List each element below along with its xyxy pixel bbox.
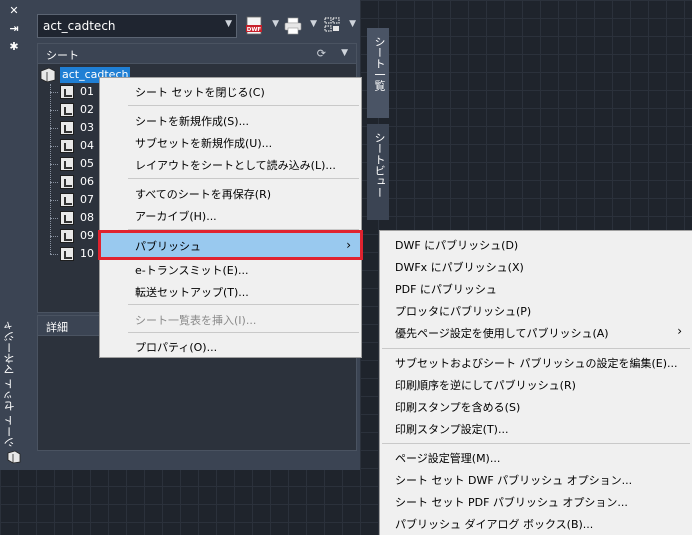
menu-separator (382, 348, 690, 349)
context-menu: シート セットを閉じる(C) シートを新規作成(S)... サブセットを新規作成… (98, 77, 363, 358)
submenu-publish-dialog[interactable]: パブリッシュ ダイアログ ボックス(B)... (380, 512, 692, 534)
chevron-down-icon: ▼ (272, 19, 279, 29)
publish-submenu: DWF にパブリッシュ(D) DWFx にパブリッシュ(X) PDF にパブリッ… (379, 230, 692, 535)
tab-sheet-view[interactable]: シートビュー (367, 124, 389, 220)
chevron-down-icon: ▼ (310, 19, 317, 29)
submenu-publish-pdf[interactable]: PDF にパブリッシュ (380, 277, 692, 299)
chevron-down-icon[interactable]: ▼ (341, 48, 348, 58)
chevron-right-icon: › (677, 324, 682, 338)
tab-sheet-list-label: シート一覧 (373, 36, 386, 91)
submenu-plot-stamp-settings[interactable]: 印刷スタンプ設定(T)... (380, 417, 692, 439)
sheet-number: 10 (80, 247, 94, 260)
sheet-icon (60, 85, 74, 99)
svg-text:DWF: DWF (247, 27, 262, 33)
submenu-dwf-publish-options[interactable]: シート セット DWF パブリッシュ オプション... (380, 468, 692, 490)
sheet-number: 02 (80, 103, 94, 116)
sheet-number: 05 (80, 157, 94, 170)
menu-resave-all[interactable]: すべてのシートを再保存(R) (100, 182, 361, 204)
menu-properties[interactable]: プロパティ(O)... (100, 335, 361, 357)
menu-separator (128, 332, 359, 333)
menu-etransmit[interactable]: e-トランスミット(E)... (100, 258, 361, 280)
sheet-icon (60, 211, 74, 225)
dwf-publish-button[interactable]: DWF ▼ (245, 15, 279, 37)
chevron-right-icon: › (346, 238, 351, 252)
sheet-icon (60, 247, 74, 261)
menu-new-sheet[interactable]: シートを新規作成(S)... (100, 109, 361, 131)
dwf-publish-icon: DWF (246, 16, 262, 35)
sheet-set-value: act_cadtech (43, 19, 116, 33)
sheet-set-dropdown[interactable]: act_cadtech ▼ (37, 14, 237, 38)
sheet-selection-button[interactable]: ▼ (322, 15, 356, 37)
autohide-icon[interactable]: ⇥ (8, 22, 20, 36)
menu-new-subset[interactable]: サブセットを新規作成(U)... (100, 131, 361, 153)
sheet-number: 09 (80, 229, 94, 242)
menu-archive[interactable]: アーカイブ(H)... (100, 204, 361, 226)
sheet-icon (60, 193, 74, 207)
sheet-selection-icon (324, 17, 340, 32)
sheet-number: 04 (80, 139, 94, 152)
menu-close-sheet-set[interactable]: シート セットを閉じる(C) (100, 80, 361, 102)
plot-icon (284, 17, 302, 35)
submenu-publish-plotter[interactable]: プロッタにパブリッシュ(P) (380, 299, 692, 321)
sheet-icon (60, 121, 74, 135)
menu-import-layout[interactable]: レイアウトをシートとして読み込み(L)... (100, 153, 361, 175)
menu-insert-sheet-list: シート一覧表を挿入(I)... (135, 314, 257, 327)
sheet-number: 01 (80, 85, 94, 98)
submenu-page-setup-manager[interactable]: ページ設定管理(M)... (380, 446, 692, 468)
menu-separator (128, 229, 359, 230)
plot-button[interactable]: ▼ (283, 15, 317, 37)
close-icon[interactable]: ✕ (8, 4, 20, 18)
menu-transmittal-setup[interactable]: 転送セットアップ(T)... (100, 280, 361, 302)
sheet-list-title: シート (46, 49, 79, 62)
submenu-edit-publish-settings[interactable]: サブセットおよびシート パブリッシュの設定を編集(E)... (380, 351, 692, 373)
sheet-icon (60, 175, 74, 189)
menu-separator (128, 178, 359, 179)
palette-title-strip: ✕ ⇥ ✱ シート セット マネージャ (0, 0, 28, 470)
submenu-publish-dwfx[interactable]: DWFx にパブリッシュ(X) (380, 255, 692, 277)
refresh-icon[interactable]: ⟳ (317, 47, 326, 60)
sheet-number: 03 (80, 121, 94, 134)
chevron-down-icon: ▼ (225, 19, 232, 29)
properties-icon[interactable]: ✱ (8, 40, 20, 54)
submenu-include-plot-stamp[interactable]: 印刷スタンプを含める(S) (380, 395, 692, 417)
sheet-number: 08 (80, 211, 94, 224)
menu-separator (128, 105, 359, 106)
submenu-reverse-order[interactable]: 印刷順序を逆にしてパブリッシュ(R) (380, 373, 692, 395)
menu-separator (382, 443, 690, 444)
tab-sheet-view-label: シートビュー (373, 132, 386, 198)
submenu-publish-dwf[interactable]: DWF にパブリッシュ(D) (380, 233, 692, 255)
sheet-number: 06 (80, 175, 94, 188)
sheet-icon (60, 229, 74, 243)
submenu-publish-page-setup-override[interactable]: 優先ページ設定を使用してパブリッシュ(A) › (380, 321, 692, 343)
sheet-icon (60, 139, 74, 153)
chevron-down-icon: ▼ (349, 19, 356, 29)
sheet-number: 07 (80, 193, 94, 206)
menu-publish[interactable]: パブリッシュ › (98, 230, 363, 260)
details-title: 詳細 (46, 321, 68, 334)
submenu-pdf-publish-options[interactable]: シート セット PDF パブリッシュ オプション... (380, 490, 692, 512)
sheet-icon (60, 103, 74, 117)
tab-sheet-list[interactable]: シート一覧 (367, 28, 389, 118)
menu-separator (128, 304, 359, 305)
sheet-list-header: シート ⟳ ▼ (38, 44, 356, 64)
sheet-set-icon (40, 67, 56, 83)
palette-title: シート セット マネージャ (3, 320, 16, 448)
sheet-icon (60, 157, 74, 171)
sheet-set-icon (7, 450, 21, 464)
